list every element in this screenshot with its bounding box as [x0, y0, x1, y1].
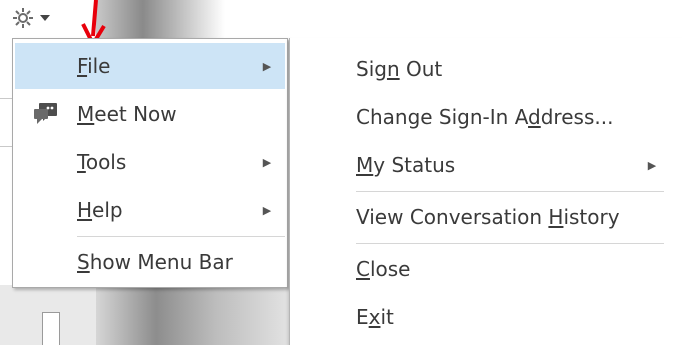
menu-item-show-menu-bar[interactable]: Show Menu Bar: [15, 239, 285, 285]
menu-item-label: Help: [77, 198, 123, 222]
menu-item-label: Tools: [77, 150, 127, 174]
gear-icon: [12, 7, 34, 29]
caret-down-icon: [40, 14, 50, 22]
menu-separator: [77, 236, 285, 237]
submenu-item-label: My Status: [356, 153, 456, 177]
submenu-item-label: View Conversation History: [356, 205, 620, 229]
submenu-item-close[interactable]: Close: [290, 246, 682, 292]
menu-item-label: File: [77, 54, 111, 78]
chevron-right-icon: ▶: [262, 203, 272, 217]
submenu-item-sign-out[interactable]: Sign Out: [290, 46, 682, 92]
submenu-item-exit[interactable]: Exit: [290, 294, 682, 340]
menu-item-tools[interactable]: Tools ▶: [15, 139, 285, 185]
chevron-right-icon: ▶: [647, 158, 657, 172]
app-checkbox[interactable]: [42, 312, 60, 345]
submenu-item-view-conversation-history[interactable]: View Conversation History: [290, 194, 682, 240]
menu-item-meet-now[interactable]: Meet Now: [15, 91, 285, 137]
submenu-item-label: Close: [356, 257, 411, 281]
meet-now-icon: [15, 102, 77, 126]
menu-item-label: Meet Now: [77, 102, 177, 126]
submenu-item-my-status[interactable]: My Status ▶: [290, 142, 682, 188]
menu-item-help[interactable]: Help ▶: [15, 187, 285, 233]
app-divider: [0, 98, 12, 99]
menu-item-file[interactable]: File ▶: [15, 43, 285, 89]
screenshot-stage: File ▶ Meet Now Tools ▶ Help ▶ Show Menu…: [0, 0, 682, 345]
chevron-right-icon: ▶: [262, 155, 272, 169]
options-dropdown-menu: File ▶ Meet Now Tools ▶ Help ▶ Show Menu…: [12, 38, 288, 288]
submenu-separator: [356, 243, 664, 244]
submenu-item-label: Change Sign-In Address...: [356, 105, 614, 129]
menu-item-label: Show Menu Bar: [77, 250, 233, 274]
file-submenu: Sign Out Change Sign-In Address... My St…: [289, 38, 682, 345]
app-divider: [0, 146, 12, 147]
toolbar-shadow-area: [96, 0, 682, 40]
submenu-separator: [356, 191, 664, 192]
options-gear-button[interactable]: [12, 4, 70, 32]
submenu-item-label: Sign Out: [356, 57, 443, 81]
submenu-item-change-sign-in-address[interactable]: Change Sign-In Address...: [290, 94, 682, 140]
submenu-item-label: Exit: [356, 305, 394, 329]
chevron-right-icon: ▶: [262, 59, 272, 73]
